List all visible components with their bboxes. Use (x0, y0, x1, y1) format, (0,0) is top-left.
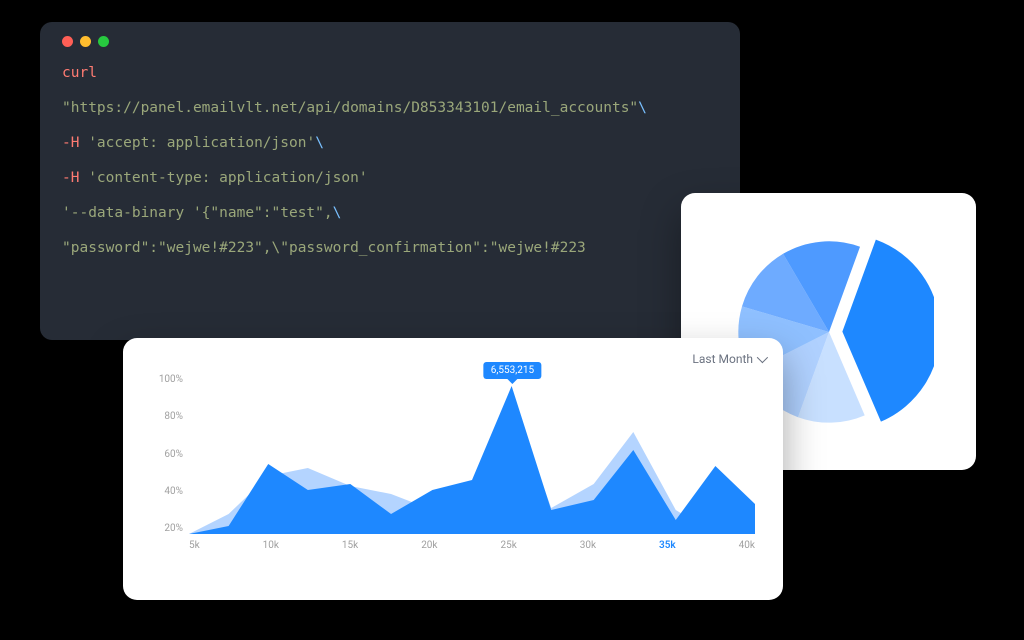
y-axis-tick: 100% (155, 374, 183, 385)
x-axis-tick: 20k (421, 540, 437, 551)
code-line: "password":"wejwe!#223",\"password_confi… (62, 238, 718, 259)
window-minimize-icon[interactable] (80, 36, 91, 47)
x-axis-tick: 40k (739, 540, 755, 551)
x-axis-tick: 5k (189, 540, 200, 551)
code-line: curl (62, 63, 718, 84)
y-axis-tick: 40% (155, 486, 183, 497)
code-block: curl "https://panel.emailvlt.net/api/doma… (62, 63, 718, 259)
y-axis-tick: 20% (155, 523, 183, 534)
code-line: -H 'content-type: application/json' (62, 168, 718, 189)
chevron-down-icon (757, 352, 768, 363)
y-axis-tick: 60% (155, 449, 183, 460)
x-axis-tick: 10k (263, 540, 279, 551)
code-line: -H 'accept: application/json'\ (62, 133, 718, 154)
x-axis-tick: 35k (659, 540, 676, 551)
area-plot: 6,553,215 (189, 374, 755, 534)
time-range-selector[interactable]: Last Month (141, 352, 765, 366)
window-close-icon[interactable] (62, 36, 73, 47)
x-axis-tick: 25k (500, 540, 516, 551)
code-line: '--data-binary '{"name":"test",\ (62, 203, 718, 224)
y-axis-tick: 80% (155, 411, 183, 422)
traffic-lights (62, 36, 718, 47)
area-chart-card: Last Month 100% 80% 60% 40% 20% 6,553,215 5k… (123, 338, 783, 600)
chart-tooltip: 6,553,215 (484, 362, 541, 379)
x-axis-tick: 30k (580, 540, 596, 551)
time-range-label: Last Month (692, 352, 753, 366)
window-zoom-icon[interactable] (98, 36, 109, 47)
terminal-window: curl "https://panel.emailvlt.net/api/doma… (40, 22, 740, 340)
y-axis: 100% 80% 60% 40% 20% (155, 374, 183, 534)
x-axis: 5k 10k 15k 20k 25k 30k 35k 40k (189, 540, 755, 551)
x-axis-tick: 15k (342, 540, 358, 551)
code-line: "https://panel.emailvlt.net/api/domains/… (62, 98, 718, 119)
